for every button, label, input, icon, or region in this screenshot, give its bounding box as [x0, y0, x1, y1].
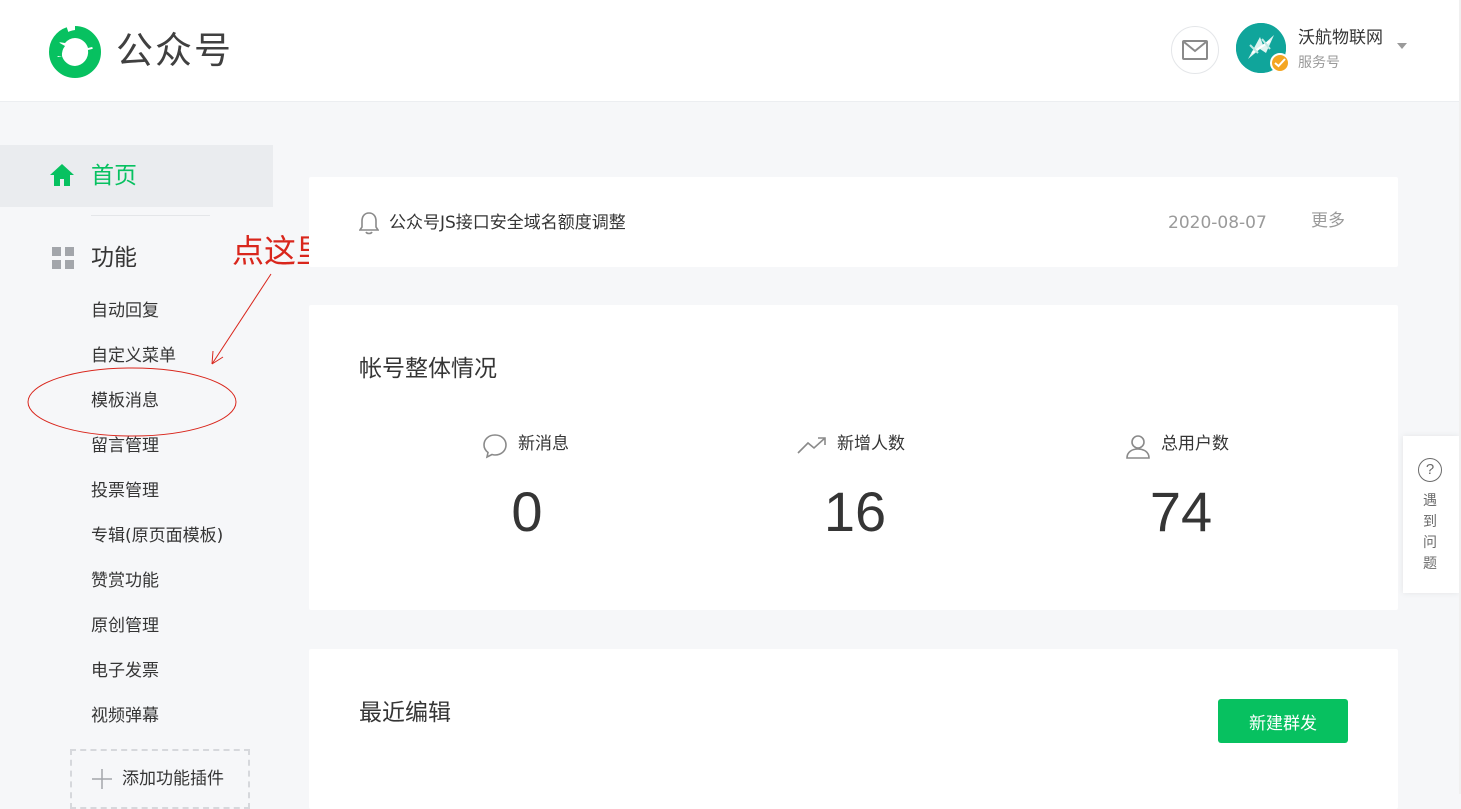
sidebar-item-e-invoice[interactable]: 电子发票	[91, 659, 159, 683]
account-name[interactable]: 沃航物联网	[1298, 26, 1383, 50]
account-type: 服务号	[1298, 55, 1340, 71]
stat-label: 总用户数	[1161, 434, 1229, 454]
plus-icon	[92, 769, 112, 789]
caret-down-icon[interactable]	[1397, 43, 1407, 49]
overview-title: 帐号整体情况	[359, 356, 497, 382]
stat-label: 新消息	[518, 434, 569, 454]
sidebar-divider	[91, 215, 210, 216]
verified-badge-icon	[1270, 53, 1290, 73]
notice-card: 公众号JS接口安全域名额度调整 2020-08-07 更多	[309, 177, 1398, 267]
sidebar-item-label: 首页	[91, 163, 137, 189]
stat-value: 0	[511, 480, 543, 543]
trend-up-icon	[797, 437, 826, 454]
account-overview-card: 帐号整体情况 新消息 0 新增人数 16 总用户数 74	[309, 305, 1398, 610]
stat-label: 新增人数	[837, 434, 905, 454]
top-header: 公众号 沃航物联网 服务号	[0, 0, 1461, 102]
stat-new-followers[interactable]: 新增人数 16	[725, 431, 985, 551]
recent-title: 最近编辑	[359, 700, 451, 726]
stat-value: 74	[1149, 480, 1213, 543]
notice-title-link[interactable]: 公众号JS接口安全域名额度调整	[389, 211, 626, 235]
sidebar-item-comment-management[interactable]: 留言管理	[91, 434, 159, 458]
message-button[interactable]	[1171, 26, 1219, 74]
notice-date: 2020-08-07	[1168, 213, 1267, 233]
mail-icon	[1182, 40, 1208, 60]
sidebar-item-template-message[interactable]: 模板消息	[91, 389, 159, 413]
sidebar-item-custom-menu[interactable]: 自定义菜单	[91, 344, 176, 368]
new-broadcast-button[interactable]: 新建群发	[1218, 699, 1348, 743]
home-icon	[50, 164, 74, 186]
sidebar-item-reward[interactable]: 赞赏功能	[91, 569, 159, 593]
sidebar-section-label: 功能	[91, 245, 137, 271]
stat-total-users[interactable]: 总用户数 74	[1051, 431, 1311, 551]
annotation-arrow	[211, 273, 272, 365]
sidebar-item-original-management[interactable]: 原创管理	[91, 614, 159, 638]
help-label: 遇到问题	[1423, 493, 1437, 572]
sidebar-item-album[interactable]: 专辑(原页面模板)	[91, 524, 223, 548]
add-plugin-label: 添加功能插件	[122, 769, 224, 789]
help-float-button[interactable]: ? 遇到问题	[1403, 436, 1459, 593]
sidebar-item-home[interactable]: 首页	[0, 145, 273, 207]
notice-more-link[interactable]: 更多	[1311, 209, 1345, 233]
wechat-logo-icon[interactable]	[48, 26, 102, 78]
grid-icon	[52, 247, 74, 269]
sidebar-item-video-danmaku[interactable]: 视频弹幕	[91, 704, 159, 728]
user-icon	[1126, 435, 1150, 459]
brand-title[interactable]: 公众号	[116, 27, 233, 75]
chat-bubble-icon	[483, 434, 507, 459]
stat-value: 16	[823, 480, 887, 543]
question-icon: ?	[1418, 458, 1442, 482]
sidebar-item-auto-reply[interactable]: 自动回复	[91, 299, 159, 323]
stat-new-messages[interactable]: 新消息 0	[397, 431, 657, 551]
bell-icon	[359, 212, 379, 235]
recent-edits-card: 最近编辑 新建群发	[309, 649, 1398, 809]
annotation-arrowhead	[211, 350, 224, 365]
sidebar-item-vote-management[interactable]: 投票管理	[91, 479, 159, 503]
add-plugin-button[interactable]: 添加功能插件	[70, 749, 250, 809]
